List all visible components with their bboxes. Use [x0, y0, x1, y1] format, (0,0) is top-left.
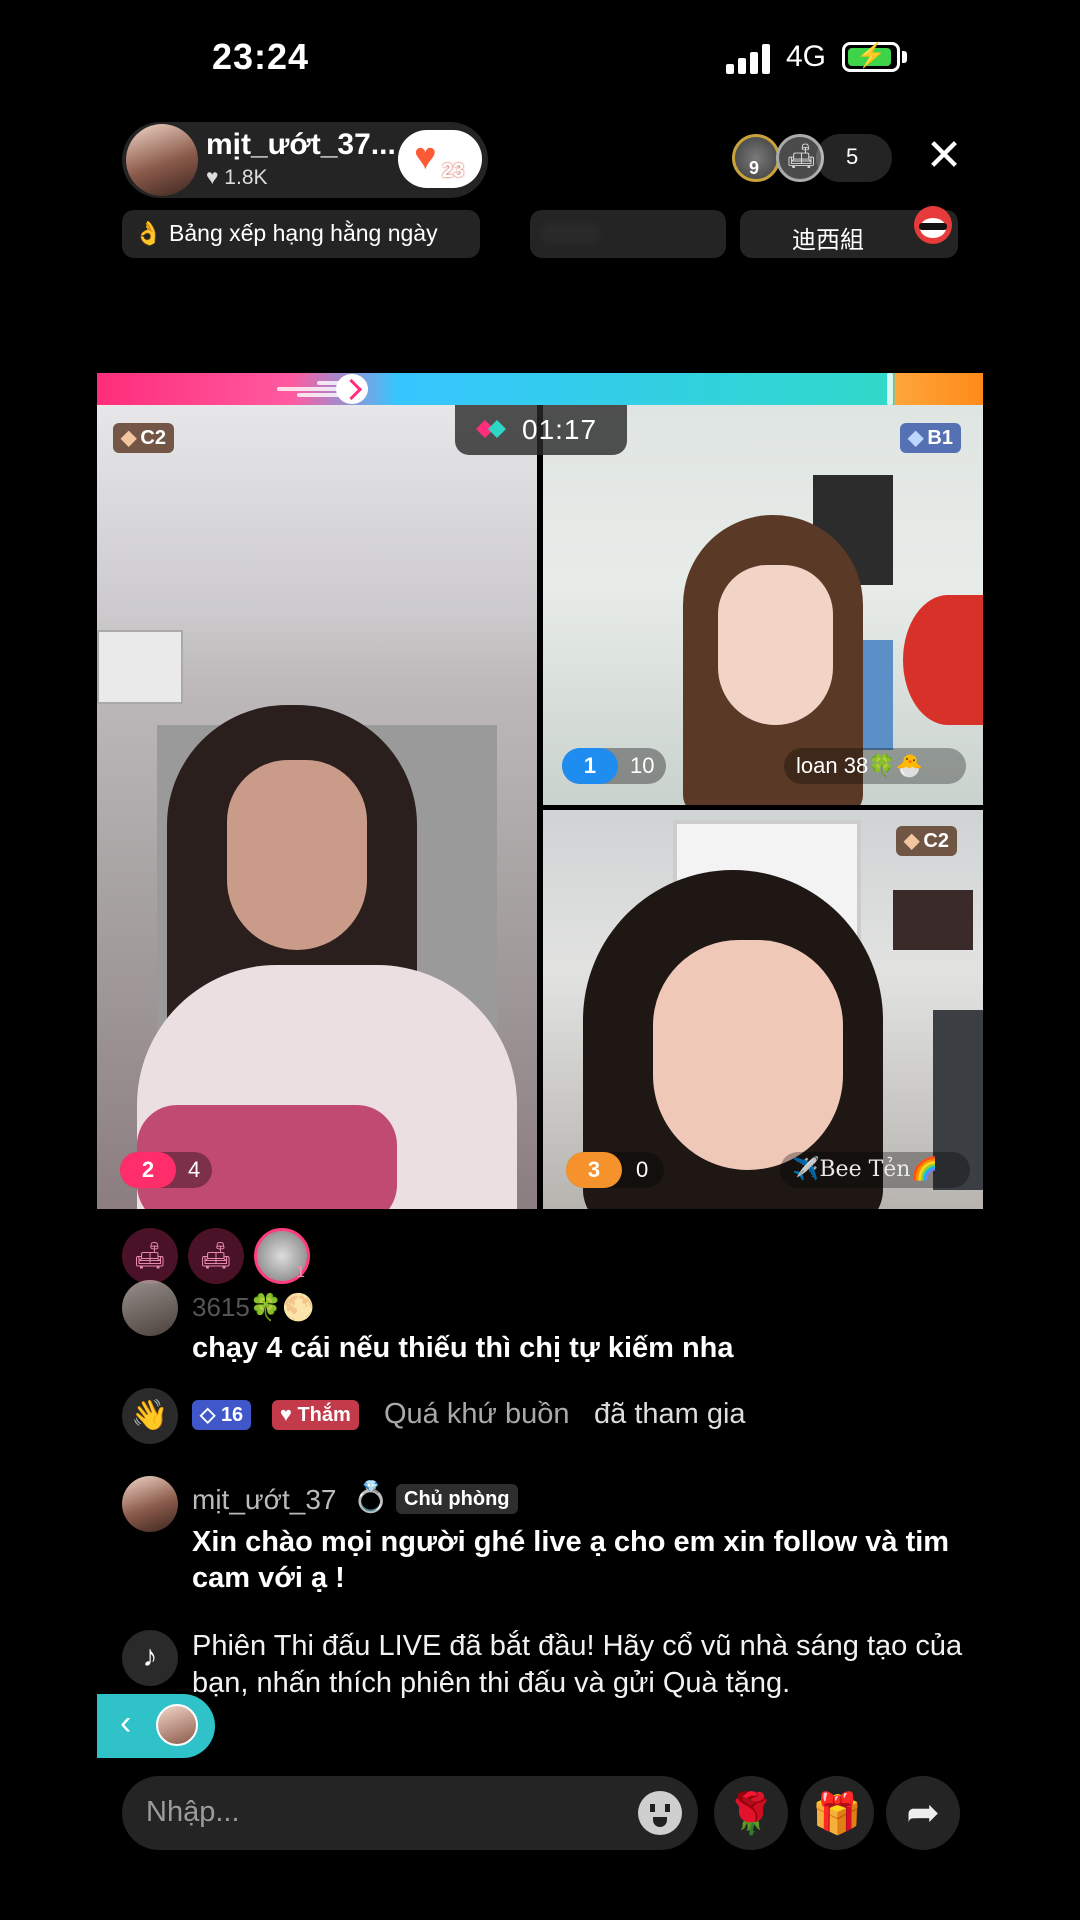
share-icon: ➦: [906, 1791, 940, 1835]
gift-button[interactable]: 🎁: [800, 1776, 874, 1850]
blank-info-pill[interactable]: [530, 210, 726, 258]
battle-timer: 01:17: [522, 414, 598, 445]
diamond-icon: ◆: [908, 427, 924, 449]
diamond-icon: ◇: [200, 1404, 221, 1426]
join-avatar: 👋: [122, 1388, 178, 1444]
comment-input-placeholder[interactable]: Nhập...: [146, 1796, 240, 1829]
host-avatar[interactable]: [126, 124, 198, 196]
tier-badge-top-right: ◆ B1: [900, 423, 961, 453]
rose-gift-button[interactable]: 🌹: [714, 1776, 788, 1850]
heart-badge-icon: ♥: [280, 1404, 298, 1426]
seat-slot[interactable]: 🛋: [188, 1228, 244, 1284]
host-comment-text: Xin chào mọi người ghé live ạ cho em xin…: [192, 1526, 950, 1594]
score-bottom-right: 0: [636, 1157, 649, 1182]
rose-icon: 🌹: [726, 1792, 776, 1836]
team-name: 迪西組: [792, 227, 864, 254]
tier-badge-bottom-right: ◆ C2: [896, 826, 957, 856]
sofa-icon: 🛋: [199, 1240, 233, 1270]
battery-charging-icon: ⚡: [842, 42, 900, 72]
status-time: 23:24: [212, 36, 310, 77]
heart-icon: ♥: [414, 136, 437, 178]
tiktok-logo-icon: ♪: [142, 1640, 158, 1673]
chevron-left-icon[interactable]: ‹: [120, 1704, 131, 1743]
team-mascot-icon: [914, 206, 952, 244]
seat-user-number: 1: [296, 1264, 305, 1281]
viewer-badge-level: 9: [749, 158, 760, 178]
network-type: 4G: [786, 40, 827, 73]
diamond-icon: ◆: [121, 427, 137, 449]
sofa-icon: 🛋: [786, 143, 817, 170]
follow-count: 23: [442, 160, 465, 182]
video-pane-top-right[interactable]: [543, 405, 983, 805]
level-badge: ◇ 16: [192, 1400, 252, 1430]
emoji-icon[interactable]: [638, 1791, 682, 1835]
battle-progress-bar: [97, 373, 983, 405]
joined-user-name[interactable]: Quá khứ buồn: [384, 1398, 569, 1431]
follow-button[interactable]: [398, 130, 482, 188]
host-likes: ♥ 1.8K: [206, 166, 268, 189]
ring-icon: 💍: [352, 1481, 390, 1514]
viewer-count: 5: [846, 144, 859, 169]
video-pane-left[interactable]: [97, 405, 537, 1209]
host-name: mịt_ướt_37...: [206, 128, 396, 161]
daily-rank-label: 👌 Bảng xếp hạng hằng ngày: [134, 220, 438, 246]
video-pane-bottom-right[interactable]: [543, 810, 983, 1209]
battle-icon: [476, 420, 506, 438]
score-left: 4: [188, 1157, 201, 1182]
sofa-icon: 🛋: [133, 1240, 167, 1270]
participant-name-bottom-right[interactable]: ✈️Bee Tẻn🌈: [780, 1152, 970, 1188]
wave-hand-icon: 👋: [131, 1399, 169, 1432]
fan-club-badge: ♥ Thắm: [272, 1400, 359, 1430]
share-button[interactable]: ➦: [886, 1776, 960, 1850]
battle-progress-knob: [336, 374, 368, 404]
rank-badge-top-right: 1: [562, 748, 618, 784]
diamond-icon: ◆: [904, 830, 920, 852]
floating-host-avatar[interactable]: [156, 1704, 198, 1746]
participant-name-top-right[interactable]: loan 38🍀🐣: [784, 748, 966, 784]
signal-icon: [726, 44, 770, 74]
comment-avatar[interactable]: [122, 1280, 178, 1336]
joined-suffix: đã tham gia: [594, 1398, 746, 1430]
score-top-right: 10: [630, 753, 655, 778]
gift-icon: 🎁: [812, 1792, 862, 1836]
tier-badge-left: ◆ C2: [113, 423, 174, 453]
host-comment-name[interactable]: mịt_ướt_37: [192, 1484, 337, 1516]
comment-text: chạy 4 cái nếu thiếu thì chị tự kiếm nha: [192, 1332, 734, 1364]
system-avatar: ♪: [122, 1630, 178, 1686]
rank-badge-left: 2: [120, 1152, 176, 1188]
seat-slot[interactable]: 🛋: [122, 1228, 178, 1284]
system-message: Phiên Thi đấu LIVE đã bắt đầu! Hãy cổ vũ…: [192, 1630, 963, 1699]
host-comment-avatar[interactable]: [122, 1476, 178, 1532]
rank-badge-bottom-right: 3: [566, 1152, 622, 1188]
close-button[interactable]: ✕: [922, 134, 966, 178]
battery-tip: [902, 51, 907, 63]
host-role-badge: Chủ phòng: [396, 1484, 518, 1514]
faded-comment-user: 3615🍀🌕: [192, 1292, 315, 1322]
